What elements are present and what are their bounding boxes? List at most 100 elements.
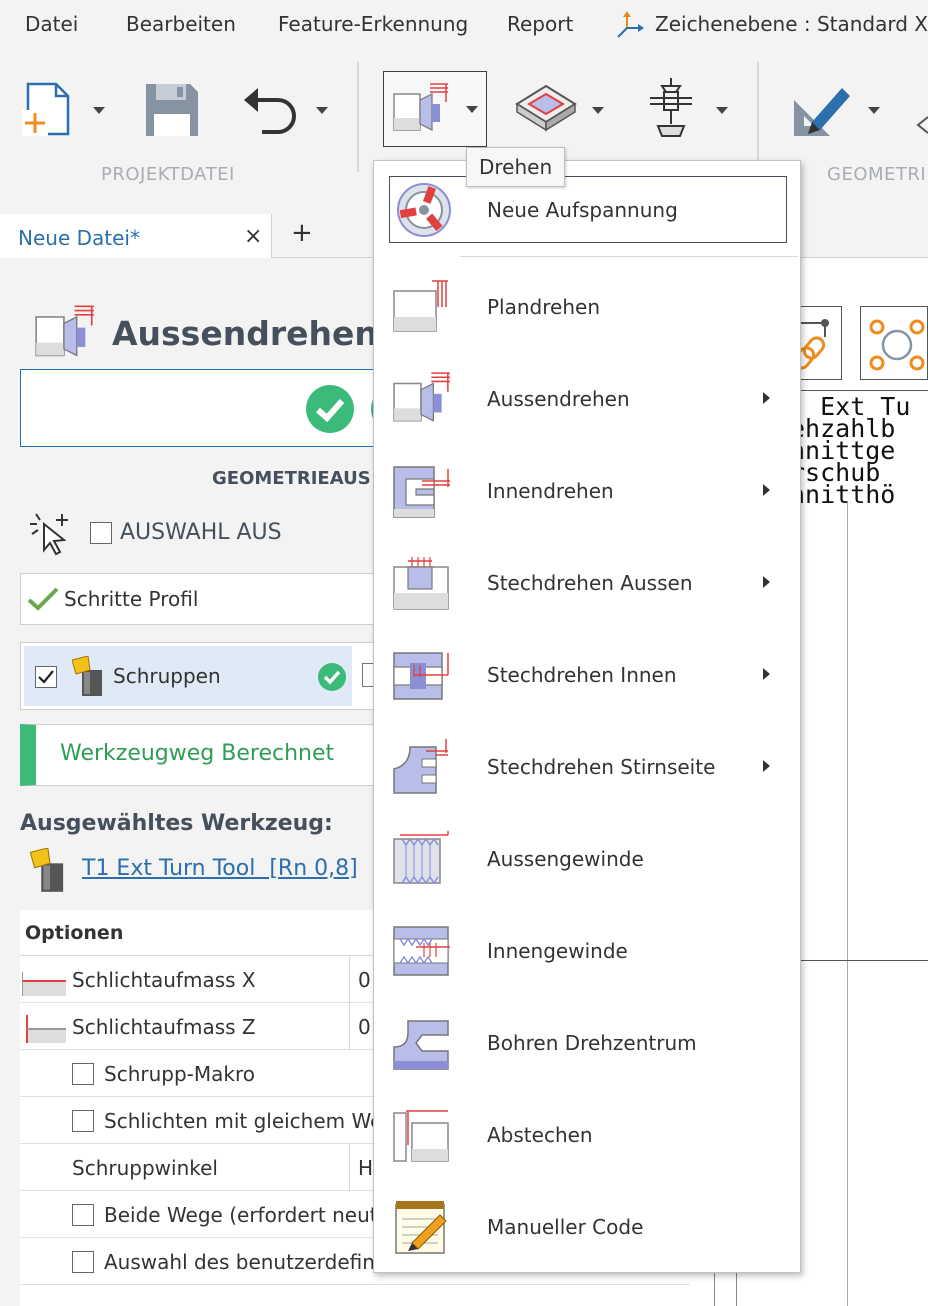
geometry-section-label: GEOMETRIEAUS [212, 468, 371, 489]
menu-item-innengewinde[interactable]: Innengewinde [382, 911, 792, 991]
option-value[interactable]: 0 [358, 1015, 371, 1039]
undo-dropdown-arrow[interactable] [316, 107, 328, 114]
option-label: Auswahl des benutzerdefinier [104, 1250, 401, 1274]
schlichten-checkbox[interactable] [72, 1110, 94, 1132]
info-line: hnitthö [790, 480, 896, 509]
tab-close-icon[interactable]: × [244, 224, 262, 249]
schruppen-label: Schruppen [113, 664, 221, 688]
turning-button[interactable] [383, 71, 487, 147]
insert-tool-icon [72, 656, 102, 696]
menu-item-label: Stechdrehen Innen [487, 663, 677, 687]
tool-link[interactable]: T1 Ext Turn Tool [Rn 0,8] [82, 856, 358, 881]
group-label-projektdatei: PROJEKTDATEI [101, 164, 235, 185]
menu-item-innendrehen[interactable]: Innendrehen [382, 451, 792, 531]
schruppen-checkbox[interactable] [35, 666, 57, 688]
menu-feature-erkennung[interactable]: Feature-Erkennung [278, 12, 468, 36]
undo-icon[interactable] [240, 82, 300, 138]
ribbon-separator [357, 62, 359, 172]
sketch-dropdown-arrow[interactable] [868, 107, 880, 114]
pocket-icon[interactable] [515, 82, 577, 134]
menu-report[interactable]: Report [507, 12, 573, 36]
schruppen-step[interactable]: Schruppen [24, 646, 352, 706]
step-check-icon [318, 663, 346, 691]
schrupp-makro-checkbox[interactable] [72, 1063, 94, 1085]
selected-tool-heading-colon: : [324, 811, 333, 836]
check-circle-icon[interactable] [305, 384, 355, 434]
menu-item-label: Plandrehen [487, 295, 600, 319]
chuck-icon [397, 183, 451, 237]
menu-bearbeiten[interactable]: Bearbeiten [126, 12, 236, 36]
graphics-vline [847, 502, 848, 1306]
menu-item-stechdrehen-stirnseite[interactable]: Stechdrehen Stirnseite [382, 727, 792, 807]
circle-pattern-button[interactable] [860, 306, 928, 380]
submenu-arrow-icon [763, 576, 770, 588]
auswahl-benutzerdefiniert-checkbox[interactable] [72, 1251, 94, 1273]
menu-item-label: Bohren Drehzentrum [487, 1031, 697, 1055]
partial-ribbon-icon[interactable] [912, 105, 928, 135]
probe-dropdown-arrow[interactable] [716, 107, 728, 114]
menu-item-label: Innengewinde [487, 939, 628, 963]
menu-bar: Datei Bearbeiten Feature-Erkennung Repor… [0, 0, 928, 50]
auswahl-aus-label: AUSWAHL AUS [120, 520, 282, 545]
plane-selector[interactable]: Zeichenebene : Standard XZ-D [655, 12, 928, 36]
drill-center-icon [393, 1020, 449, 1070]
menu-item-label: Stechdrehen Stirnseite [487, 755, 716, 779]
menu-item-plandrehen[interactable]: Plandrehen [382, 267, 792, 347]
beide-wege-checkbox[interactable] [72, 1204, 94, 1226]
save-icon[interactable] [144, 82, 200, 138]
sketch-icon[interactable] [790, 80, 854, 140]
allowance-z-icon [26, 1015, 66, 1043]
inner-turning-icon [393, 466, 450, 518]
menu-item-manueller-code[interactable]: Manueller Code [382, 1187, 792, 1267]
menu-item-label: Manueller Code [487, 1215, 644, 1239]
menu-item-stechdrehen-aussen[interactable]: Stechdrehen Aussen [382, 543, 792, 623]
option-label: Schlichten mit gleichem Werk [104, 1109, 403, 1133]
menu-item-bohren-drehzentrum[interactable]: Bohren Drehzentrum [382, 1003, 792, 1083]
options-table-remainder [20, 1285, 690, 1306]
submenu-arrow-icon [763, 392, 770, 404]
menu-item-label: Innendrehen [487, 479, 614, 503]
add-tab-icon[interactable]: + [291, 218, 313, 248]
checkbox-check-icon [38, 670, 54, 684]
menu-item-abstechen[interactable]: Abstechen [382, 1095, 792, 1175]
tab-neue-datei[interactable]: Neue Datei* × [0, 214, 272, 258]
outer-turning-icon [393, 372, 450, 422]
ribbon-separator-2 [757, 62, 759, 172]
turning-tooltip: Drehen [466, 147, 566, 187]
option-value[interactable]: 0 [358, 968, 371, 992]
menu-item-aussengewinde[interactable]: Aussengewinde [382, 819, 792, 899]
toolpath-status-text: Werkzeugweg Berechnet [60, 741, 335, 766]
new-file-icon[interactable] [22, 80, 74, 138]
parting-off-icon [393, 1110, 449, 1162]
menu-datei[interactable]: Datei [25, 12, 78, 36]
option-label: Schlichtaufmass Z [72, 1015, 256, 1039]
allowance-x-icon [22, 972, 66, 996]
notepad-icon [395, 1201, 447, 1254]
checkmark-icon [27, 587, 59, 611]
option-label: Schrupp-Makro [104, 1062, 255, 1086]
outer-thread-icon [393, 831, 449, 885]
cursor-select-icon[interactable] [28, 510, 74, 556]
probe-icon[interactable] [640, 78, 702, 140]
facing-icon [393, 280, 448, 332]
turning-dropdown-menu: Neue Aufspannung Plandrehen Aussendrehen [373, 160, 801, 1273]
option-label: Schruppwinkel [72, 1156, 218, 1180]
menu-item-neue-aufspannung[interactable]: Neue Aufspannung [389, 176, 787, 243]
cell-divider [349, 956, 350, 1003]
menu-item-label: Abstechen [487, 1123, 593, 1147]
turning-icon [393, 83, 448, 131]
tool-insert-icon [30, 848, 64, 892]
submenu-arrow-icon [763, 484, 770, 496]
menu-item-stechdrehen-innen[interactable]: Stechdrehen Innen [382, 635, 792, 715]
auswahl-aus-checkbox[interactable] [90, 522, 112, 544]
option-label: Schlichtaufmass X [72, 968, 256, 992]
new-file-dropdown-arrow[interactable] [93, 107, 105, 114]
option-value[interactable]: H [358, 1156, 373, 1180]
menu-item-label: Aussendrehen [487, 387, 630, 411]
info-text-block: . Ext Tu ehzahlb hnittge rschub hnitthö [790, 394, 910, 509]
menu-separator [460, 256, 798, 257]
pocket-dropdown-arrow[interactable] [592, 107, 604, 114]
submenu-arrow-icon [763, 668, 770, 680]
submenu-arrow-icon [763, 760, 770, 772]
menu-item-aussendrehen[interactable]: Aussendrehen [382, 359, 792, 439]
